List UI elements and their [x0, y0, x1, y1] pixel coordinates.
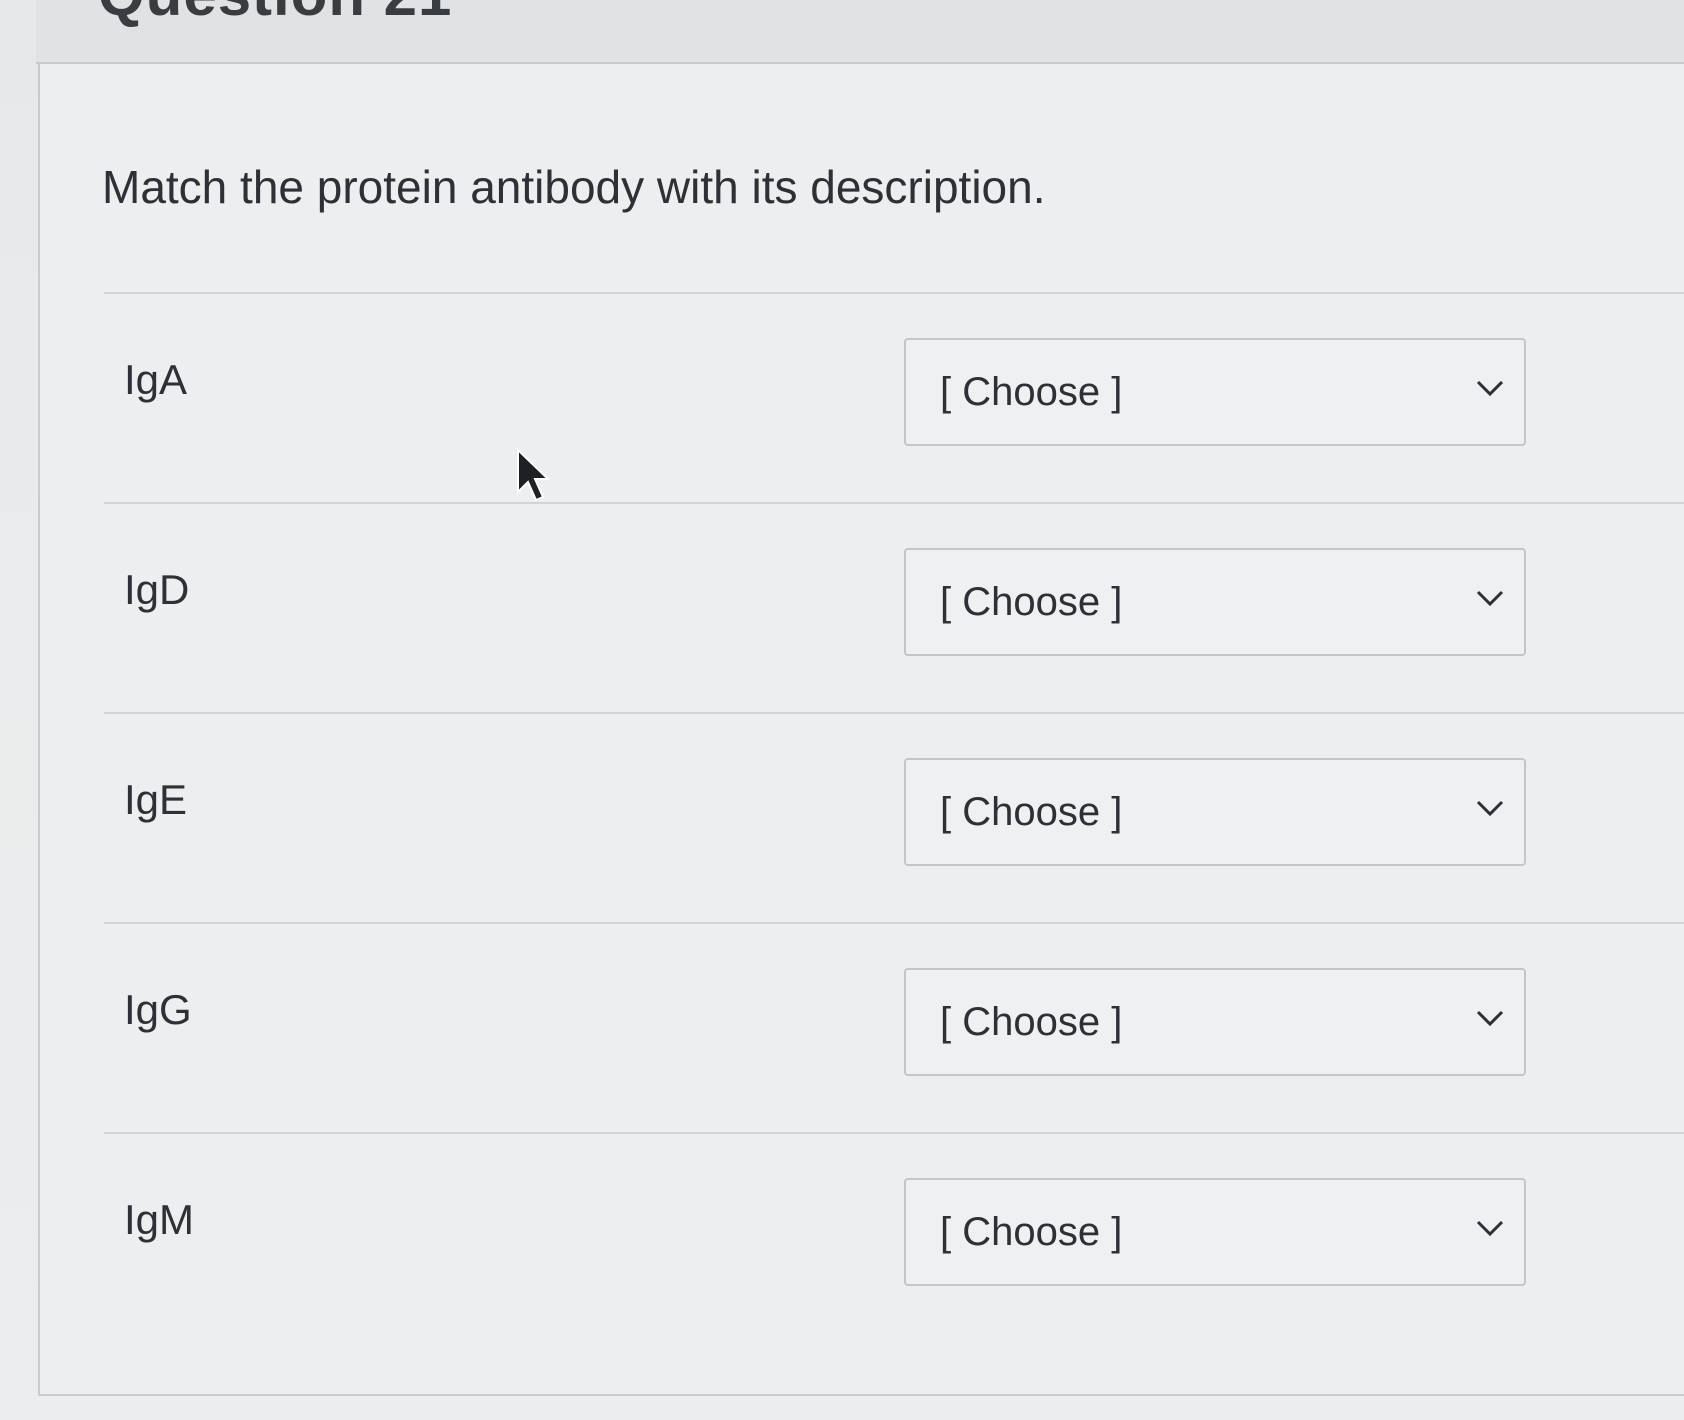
- answer-dropdown-igm[interactable]: [ Choose ]: [904, 1178, 1526, 1286]
- dropdown-value: [ Choose ]: [940, 580, 1123, 624]
- question-prompt: Match the protein antibody with its desc…: [102, 161, 1046, 213]
- dropdown-value: [ Choose ]: [940, 370, 1123, 414]
- quiz-page: Question 21 Match the protein antibody w…: [0, 0, 1684, 1420]
- answer-dropdown-iga[interactable]: [ Choose ]: [904, 338, 1526, 446]
- antibody-label: IgD: [124, 566, 190, 613]
- match-row-ige: IgE [ Choose ]: [104, 712, 1684, 924]
- chevron-down-icon: [1476, 800, 1504, 817]
- match-row-igg: IgG [ Choose ]: [104, 922, 1684, 1134]
- match-row-igm: IgM [ Choose ]: [104, 1132, 1684, 1344]
- chevron-down-icon: [1476, 1010, 1504, 1027]
- answer-dropdown-igd[interactable]: [ Choose ]: [904, 548, 1526, 656]
- antibody-label: IgM: [124, 1196, 195, 1243]
- chevron-down-icon: [1476, 1220, 1504, 1237]
- chevron-down-icon: [1476, 380, 1504, 397]
- chevron-down-icon: [1476, 590, 1504, 607]
- dropdown-value: [ Choose ]: [940, 1210, 1123, 1254]
- match-row-igd: IgD [ Choose ]: [104, 502, 1684, 714]
- mouse-pointer-icon: [517, 448, 550, 502]
- answer-dropdown-ige[interactable]: [ Choose ]: [904, 758, 1526, 866]
- antibody-label: IgA: [124, 356, 188, 403]
- antibody-label: IgG: [124, 986, 192, 1033]
- dropdown-value: [ Choose ]: [940, 790, 1123, 834]
- antibody-label: IgE: [124, 776, 188, 823]
- match-row-iga: IgA [ Choose ]: [104, 292, 1684, 504]
- answer-dropdown-igg[interactable]: [ Choose ]: [904, 968, 1526, 1076]
- question-title: Question 21: [98, 0, 452, 29]
- question-header: Question 21: [36, 0, 1684, 64]
- dropdown-value: [ Choose ]: [940, 1000, 1123, 1044]
